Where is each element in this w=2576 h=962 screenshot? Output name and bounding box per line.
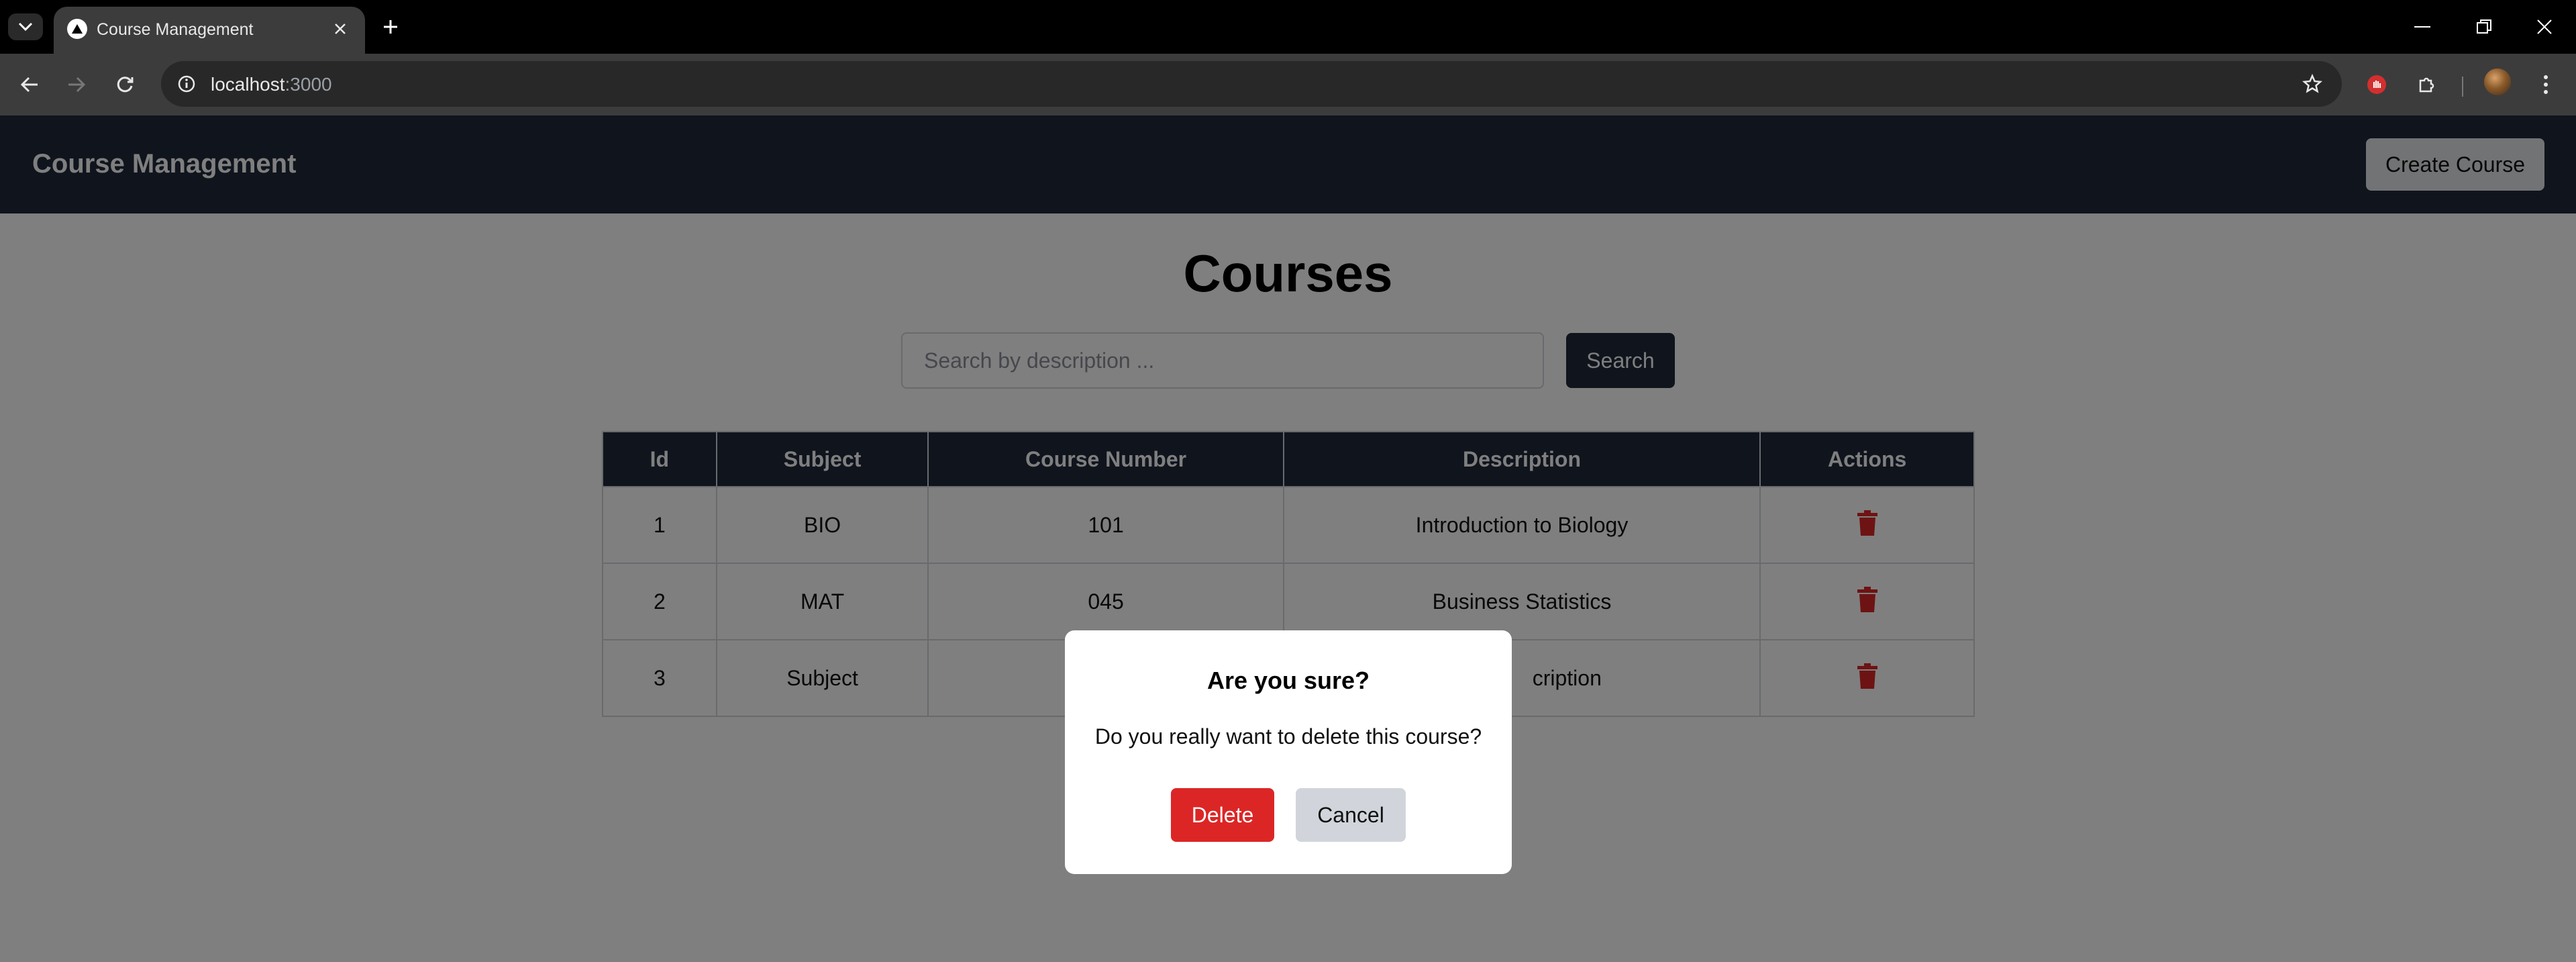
back-arrow-icon <box>20 77 38 93</box>
url-text: localhost:3000 <box>211 74 332 95</box>
hand-stop-icon[interactable] <box>2361 68 2393 101</box>
toolbar-separator <box>2462 77 2463 97</box>
plus-icon <box>384 20 397 34</box>
new-tab-button[interactable] <box>376 13 405 40</box>
restore-icon <box>2477 19 2491 34</box>
forward-button[interactable] <box>59 68 94 101</box>
chevron-down-icon <box>18 22 33 32</box>
back-button[interactable] <box>12 68 47 101</box>
star-icon[interactable] <box>2299 70 2326 97</box>
profile-avatar[interactable] <box>2484 68 2511 95</box>
browser-tabstrip: Course Management <box>0 0 2576 54</box>
address-bar[interactable]: localhost:3000 <box>161 61 2342 107</box>
url-port: :3000 <box>285 74 332 95</box>
page: Course Management Create Course Courses … <box>0 115 2576 962</box>
puzzle-icon[interactable] <box>2411 68 2443 101</box>
url-host: localhost <box>211 74 285 95</box>
tab-title: Course Management <box>97 20 254 39</box>
info-icon[interactable] <box>173 70 200 97</box>
reload-button[interactable] <box>107 68 142 101</box>
delete-button[interactable]: Delete <box>1171 788 1274 842</box>
triangle-logo-icon <box>67 19 87 39</box>
reload-icon <box>117 77 134 93</box>
dialog-message: Do you really want to delete this course… <box>1094 724 1482 749</box>
kebab-menu-icon[interactable] <box>2530 68 2562 101</box>
browser-toolbar: localhost:3000 <box>0 54 2576 115</box>
minimize-icon <box>2414 26 2430 28</box>
close-window-button[interactable] <box>2524 9 2565 44</box>
minimize-button[interactable] <box>2402 9 2442 44</box>
close-icon <box>2537 19 2552 34</box>
cancel-button[interactable]: Cancel <box>1296 788 1406 842</box>
forward-arrow-icon <box>68 77 86 93</box>
close-icon[interactable] <box>327 16 353 42</box>
restore-button[interactable] <box>2464 9 2504 44</box>
dialog-title: Are you sure? <box>1206 667 1370 694</box>
tab-list-button[interactable] <box>8 13 43 40</box>
confirm-delete-dialog: Are you sure? Do you really want to dele… <box>1065 630 1512 874</box>
browser-tab[interactable]: Course Management <box>54 7 365 54</box>
